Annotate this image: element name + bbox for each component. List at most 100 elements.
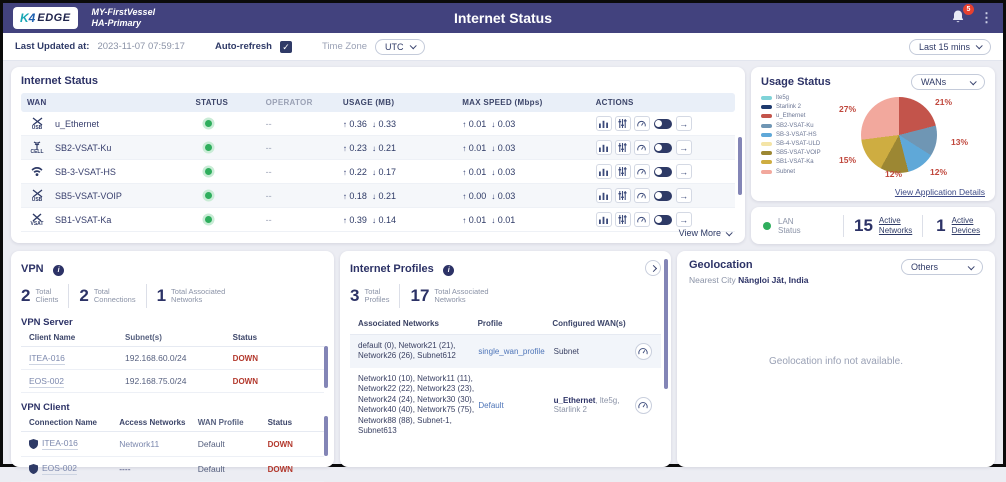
legend-label: lte5g [776,95,789,101]
wan-settings-button[interactable] [615,212,631,227]
legend-item[interactable]: SB-4-VSAT-ULD [761,141,827,147]
stat-value: 1 [157,286,166,306]
wan-enable-toggle[interactable] [654,215,672,225]
k4-edge-logo[interactable]: K4 EDGE [13,7,78,29]
max-speed-value: ↑ 0.01 ↓ 0.01 [462,215,595,225]
time-zone-select[interactable]: UTC [375,39,425,55]
wan-graph-button[interactable] [596,212,612,227]
auto-refresh-checkbox[interactable]: ✓ [280,41,292,53]
wan-graph-button[interactable] [596,164,612,179]
legend-label: SB-4-VSAT-ULD [776,141,820,147]
legend-item[interactable]: Starlink 2 [761,104,827,110]
active-devices-label-1: Active [952,216,974,225]
wan-speedtest-button[interactable] [634,212,650,227]
scrollbar-thumb[interactable] [324,346,328,388]
vpn-server-title: VPN Server [21,317,324,328]
active-networks-link[interactable]: Active Networks [879,216,912,236]
internet-profiles-title: Internet Profiles [350,263,434,275]
geo-filter-select[interactable]: Others [901,259,983,275]
client-name-link[interactable]: EOS-002 [29,376,64,388]
time-range-select[interactable]: Last 15 mins [909,39,991,55]
wan-enable-toggle[interactable] [654,167,672,177]
wan-forward-button[interactable]: → [676,164,692,179]
wan-settings-button[interactable] [615,188,631,203]
legend-swatch [761,96,772,100]
view-more-button[interactable]: View More [679,228,731,238]
internet-status-title: Internet Status [21,75,735,87]
stat-label: Networks [171,295,202,304]
view-application-details-link[interactable]: View Application Details [895,187,985,197]
vpn-server-row: EOS-002 192.168.75.0/24 DOWN [21,370,324,393]
wan-enable-toggle[interactable] [654,191,672,201]
wan-speedtest-button[interactable] [634,116,650,131]
vpn-client-row: EOS-002 ---- Default DOWN [21,457,324,482]
profile-row: default (0), Network21 (21), Network26 (… [350,335,661,368]
operator-value: -- [266,119,343,129]
usage-pie-chart[interactable] [861,97,937,173]
legend-item[interactable]: SB5-VSAT-VOIP [761,150,827,156]
wan-enable-toggle[interactable] [654,119,672,129]
wan-graph-button[interactable] [596,188,612,203]
legend-swatch [761,151,772,155]
info-icon[interactable]: i [443,265,454,276]
vpn-stat-connections: 2 TotalConnections [79,286,135,306]
wan-graph-button[interactable] [596,140,612,155]
operator-value: -- [266,215,343,225]
lan-status-label: LAN Status [778,217,801,235]
client-name-link[interactable]: ITEA-016 [29,353,65,365]
col-client-name: Client Name [29,333,125,342]
legend-label: SB-3-VSAT-HS [776,132,817,138]
logo-k4-text: K4 [20,11,35,25]
expand-profiles-button[interactable] [645,260,661,276]
wan-name: SB5-VSAT-VOIP [55,191,122,201]
lan-label-1: LAN [778,217,794,226]
connection-name-link[interactable]: EOS-002 [42,463,77,475]
legend-item[interactable]: SB-3-VSAT-HS [761,132,827,138]
last-updated-value: 2023-11-07 07:59:17 [97,41,185,52]
status-badge: DOWN [233,354,320,363]
wan-graph-button[interactable] [596,116,612,131]
notifications-bell-icon[interactable]: 5 [950,9,968,27]
legend-swatch [761,114,772,118]
profile-link[interactable]: single_wan_profile [478,347,544,356]
usage-filter-select[interactable]: WANs [911,74,985,90]
wan-forward-button[interactable]: → [676,188,692,203]
col-profile: Profile [478,319,553,330]
pie-percent-label: 12% [885,169,902,179]
legend-item[interactable]: u_Ethernet [761,113,827,119]
scrollbar-thumb[interactable] [664,259,668,389]
info-icon[interactable]: i [53,265,64,276]
wan-name: SB2-VSAT-Ku [55,143,111,153]
wan-settings-button[interactable] [615,140,631,155]
active-devices-label-2: Devices [952,226,980,235]
wan-speedtest-button[interactable] [634,164,650,179]
pie-chart-area: 21%13%12%12%15%27% [827,95,985,179]
active-devices-link[interactable]: Active Devices [952,216,980,236]
kebab-menu-icon[interactable]: ⋮ [980,13,993,23]
wan-settings-button[interactable] [615,116,631,131]
usage-status-title: Usage Status [761,76,831,88]
wan-enable-toggle[interactable] [654,143,672,153]
legend-item[interactable]: lte5g [761,95,827,101]
legend-item[interactable]: SB1-VSAT-Ka [761,159,827,165]
access-network-link[interactable]: Network11 [119,439,159,449]
pie-percent-label: 21% [935,97,952,107]
scrollbar-thumb[interactable] [324,416,328,456]
wan-forward-button[interactable]: → [676,116,692,131]
wan-settings-button[interactable] [615,164,631,179]
wan-speedtest-button[interactable] [634,140,650,155]
legend-item[interactable]: Subnet [761,169,827,175]
wan-forward-button[interactable]: → [676,140,692,155]
wan-name: SB-3-VSAT-HS [55,167,116,177]
profiles-stat-total: 3 TotalProfiles [350,286,389,306]
wan-forward-button[interactable]: → [676,212,692,227]
scrollbar-thumb[interactable] [738,137,742,195]
legend-label: SB1-VSAT-Ka [776,159,814,165]
wan-speedtest-button[interactable] [634,188,650,203]
connection-name-link[interactable]: ITEA-016 [42,438,78,450]
speedtest-button[interactable] [635,343,652,360]
profile-link[interactable]: Default [478,401,503,410]
max-speed-value: ↑ 0.00 ↓ 0.03 [462,191,595,201]
legend-item[interactable]: SB2-VSAT-Ku [761,123,827,129]
speedtest-button[interactable] [635,397,652,414]
